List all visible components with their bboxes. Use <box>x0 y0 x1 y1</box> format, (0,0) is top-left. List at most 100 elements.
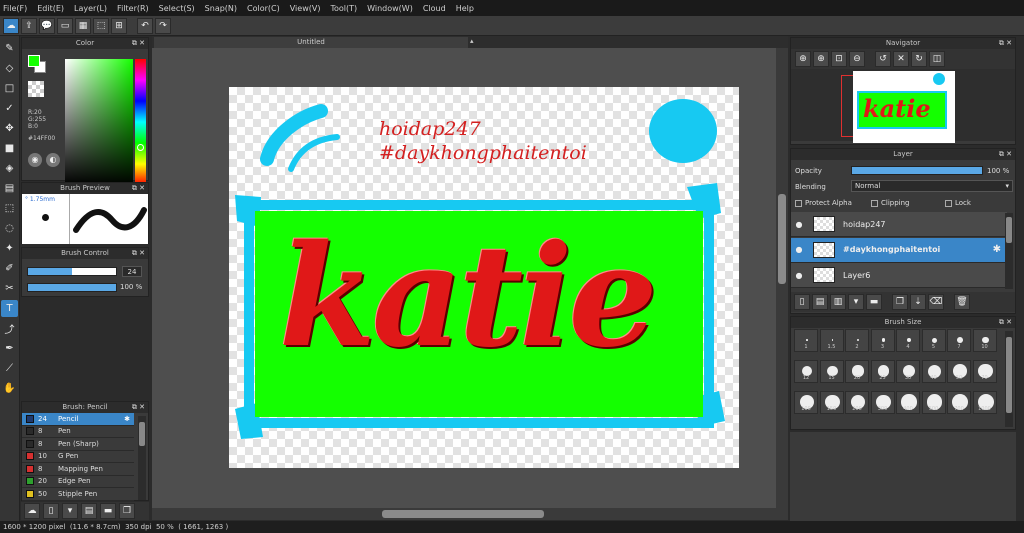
new-halftone-layer-icon[interactable]: ▤ <box>812 294 828 310</box>
operation-icon[interactable]: ⤴ <box>1 320 18 337</box>
lock-checkbox[interactable]: Lock <box>945 199 971 207</box>
brush-list-item[interactable]: 8 Pen (Sharp) <box>22 438 134 451</box>
color-mixer-icon[interactable]: ◐ <box>46 153 60 167</box>
brush-cloud-icon[interactable]: ☁ <box>24 503 40 519</box>
brush-list-item[interactable]: 8 Pen <box>22 426 134 438</box>
menu-item[interactable]: Cloud <box>423 4 446 13</box>
rotate-reset-icon[interactable]: ✕ <box>893 51 909 67</box>
brush-size-cell[interactable]: 20 <box>845 360 869 383</box>
brush-size-scrollbar[interactable] <box>1005 331 1013 427</box>
brush-size-cell[interactable]: 10 <box>972 329 997 352</box>
brush-settings-icon[interactable]: ▤ <box>81 503 97 519</box>
brush-list-scrollbar[interactable] <box>138 416 146 500</box>
layer-visibility-icon[interactable]: ● <box>793 245 805 254</box>
protect-alpha-checkbox[interactable]: Protect Alpha <box>795 199 852 207</box>
select-eraser-icon[interactable]: ✂ <box>1 280 18 297</box>
select-rect-icon[interactable]: ⬚ <box>1 200 18 217</box>
brush-list-item[interactable]: 8 Mapping Pen <box>22 463 134 476</box>
undo-icon[interactable]: ↶ <box>137 17 153 34</box>
eyedropper-icon[interactable]: ⟋ <box>1 360 18 377</box>
menu-item[interactable]: Color(C) <box>247 4 280 13</box>
menu-item[interactable]: Layer(L) <box>74 4 107 13</box>
brush-list-item[interactable]: 50 Stipple Pen <box>22 488 134 501</box>
magic-wand-icon[interactable]: ✦ <box>1 240 18 257</box>
navigator-preview[interactable]: katie <box>791 69 1015 143</box>
layer-row[interactable]: ● hoidap247 <box>791 212 1007 237</box>
menu-item[interactable]: Tool(T) <box>330 4 357 13</box>
hue-slider[interactable] <box>135 59 146 185</box>
hue-marker[interactable] <box>137 144 144 151</box>
brush-size-cell[interactable]: 700 <box>947 391 971 414</box>
lasso-icon[interactable]: ◌ <box>1 220 18 237</box>
layer-list-scrollbar[interactable] <box>1005 213 1013 289</box>
menu-item[interactable]: Window(W) <box>367 4 413 13</box>
menu-item[interactable]: Snap(N) <box>205 4 237 13</box>
brush-size-cell[interactable]: 1.5 <box>819 329 844 352</box>
delete-layer-icon[interactable]: 🗑 <box>954 294 970 310</box>
canvas-horizontal-scrollbar[interactable] <box>152 508 788 520</box>
menu-item[interactable]: View(V) <box>290 4 321 13</box>
saturation-value-picker[interactable] <box>65 59 133 185</box>
document-tab[interactable]: Untitled <box>154 37 468 48</box>
brush-size-value[interactable]: 24 <box>122 266 142 277</box>
brush-size-cell[interactable]: 25 <box>870 360 895 383</box>
export-icon[interactable]: ⇪ <box>21 17 37 34</box>
layer-opacity-slider[interactable] <box>851 166 983 175</box>
flip-icon[interactable]: ◫ <box>929 51 945 67</box>
redo-icon[interactable]: ↷ <box>155 17 171 34</box>
cloud-icon[interactable]: ☁ <box>3 17 19 34</box>
grid-icon[interactable]: ▦ <box>75 17 91 34</box>
brush-size-cell[interactable]: 1 <box>794 329 818 352</box>
brush-size-cell[interactable]: 40 <box>921 360 946 383</box>
foreground-color-swatch[interactable] <box>28 55 40 67</box>
brush-settings-gear-icon[interactable]: ✱ <box>124 415 130 423</box>
clear-layer-icon[interactable]: ⌫ <box>928 294 944 310</box>
brush-size-cell[interactable]: 2 <box>845 329 869 352</box>
brush-size-cell[interactable]: 12 <box>794 360 818 383</box>
new-brush-icon[interactable]: ▯ <box>43 503 59 519</box>
brush-size-cell[interactable]: 7 <box>947 329 971 352</box>
brush-size-cell[interactable]: 3 <box>870 329 895 352</box>
brush-size-cell[interactable]: 5 <box>921 329 946 352</box>
text-tool-icon[interactable]: T <box>1 300 18 317</box>
layer-folder-icon[interactable]: ▬ <box>866 294 882 310</box>
brush-size-cell[interactable]: 400 <box>896 391 920 414</box>
brush-size-cell[interactable]: 100 <box>794 391 818 414</box>
check-tool-icon[interactable]: ✓ <box>1 100 18 117</box>
brush-opacity-slider[interactable] <box>27 283 117 292</box>
bucket-icon[interactable]: ◈ <box>1 160 18 177</box>
brush-folder-icon[interactable]: ▬ <box>100 503 116 519</box>
canvas-vertical-scrollbar[interactable] <box>776 48 788 508</box>
brush-copy-icon[interactable]: ❐ <box>119 503 135 519</box>
brush-add-menu-icon[interactable]: ▾ <box>62 503 78 519</box>
brush-list-item[interactable]: 24 Pencil ✱ <box>22 413 134 426</box>
brush-size-cell[interactable]: 1000 <box>972 391 997 414</box>
brush-size-cell[interactable]: 200 <box>845 391 869 414</box>
brush-list-item[interactable]: 20 Edge Pen <box>22 476 134 488</box>
layer-row[interactable]: ● Layer6 <box>791 263 1007 288</box>
zoom-actual-icon[interactable]: ⊡ <box>831 51 847 67</box>
menu-item[interactable]: Select(S) <box>159 4 195 13</box>
move-tool-icon[interactable]: ✥ <box>1 120 18 137</box>
merge-layer-icon[interactable]: ⇣ <box>910 294 926 310</box>
brush-size-slider[interactable] <box>27 267 117 276</box>
brush-size-cell[interactable]: 500 <box>921 391 946 414</box>
rotate-left-icon[interactable]: ↺ <box>875 51 891 67</box>
zoom-out-icon[interactable]: ⊖ <box>849 51 865 67</box>
select-icon[interactable]: ⬚ <box>93 17 109 34</box>
shape-tool-icon[interactable]: □ <box>1 80 18 97</box>
menu-item[interactable]: Filter(R) <box>117 4 149 13</box>
brush-size-cell[interactable]: 70 <box>972 360 997 383</box>
eraser-tool-icon[interactable]: ◇ <box>1 60 18 77</box>
layer-visibility-icon[interactable]: ● <box>793 271 805 280</box>
brush-size-cell[interactable]: 15 <box>819 360 844 383</box>
add-layer-menu-icon[interactable]: ▾ <box>848 294 864 310</box>
menu-item[interactable]: Help <box>456 4 474 13</box>
comment-icon[interactable]: ▭ <box>57 17 73 34</box>
brush-tool-icon[interactable]: ✎ <box>1 40 18 57</box>
select-pen-icon[interactable]: ✐ <box>1 260 18 277</box>
brush-size-cell[interactable]: 50 <box>947 360 971 383</box>
new-1bit-layer-icon[interactable]: ▥ <box>830 294 846 310</box>
clipping-checkbox[interactable]: Clipping <box>871 199 910 207</box>
menu-item[interactable]: File(F) <box>3 4 27 13</box>
